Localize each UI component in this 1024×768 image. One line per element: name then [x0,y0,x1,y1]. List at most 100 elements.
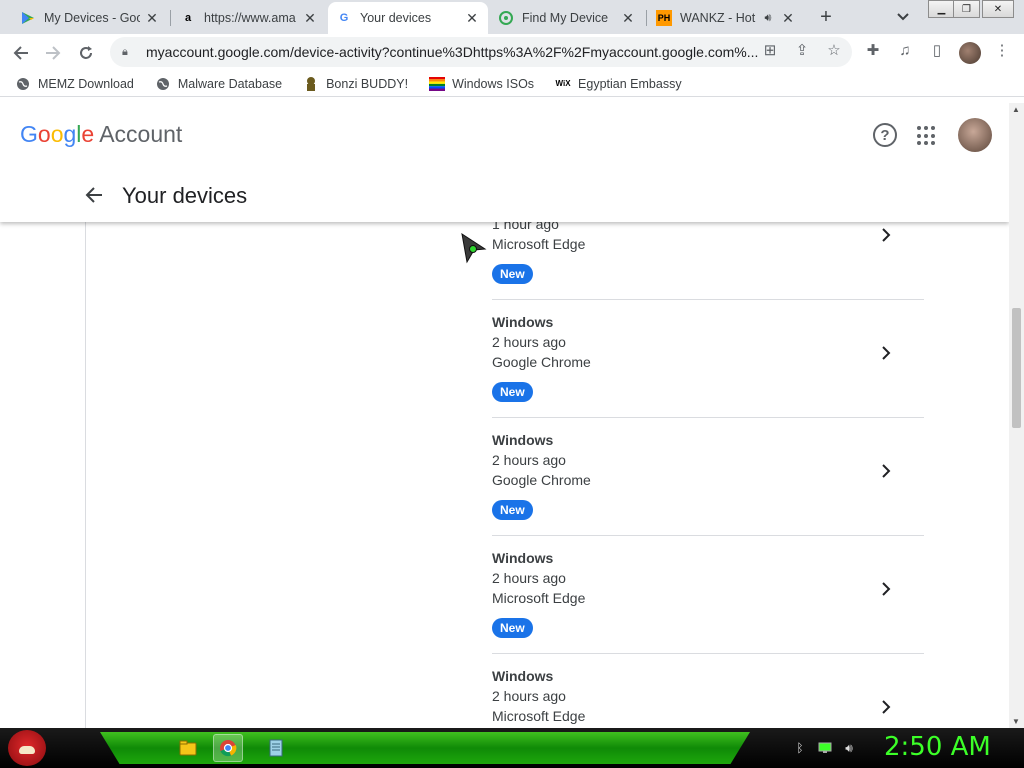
device-browser: Google Chrome [492,354,591,370]
chevron-right-icon [880,226,892,249]
device-last-active: 2 hours ago [492,570,566,586]
globe-icon [155,76,171,92]
new-badge: New [492,500,533,520]
google-account-header: Google Account ? Your devices [0,103,1009,222]
device-row[interactable]: Windows 2 hours ago Microsoft Edge New [492,536,924,654]
close-window-button[interactable]: ✕ [982,0,1014,18]
tab-strip: My Devices - Goo ✕ a https://www.ama ✕ G… [0,0,1024,34]
bookmark-label: Bonzi BUDDY! [326,76,409,91]
chevron-right-icon [880,580,892,603]
chrome-taskbar-icon[interactable] [213,734,243,762]
forward-button[interactable] [40,40,66,66]
tray-volume-icon[interactable]: 🔊︎ [841,740,857,756]
device-name: Windows [492,432,554,448]
address-bar[interactable]: 🔒︎ myaccount.google.com/device-activity?… [110,37,852,67]
device-row[interactable]: Windows 2 hours ago Microsoft Edge [492,654,924,728]
device-last-active: 2 hours ago [492,334,566,350]
tab-ph[interactable]: PH WANKZ - Hot 🔊︎ ✕ [648,2,804,34]
rainbow-flag-icon [429,76,446,92]
speaker-icon[interactable]: 🔊︎ [760,10,776,26]
tab-my-devices[interactable]: My Devices - Goo ✕ [12,2,168,34]
ph-icon: PH [656,10,672,26]
back-button[interactable] [8,40,34,66]
tab-find-my-device[interactable]: Find My Device ✕ [490,2,644,34]
bookmark-malware-database[interactable]: Malware Database [155,76,282,92]
back-arrow-icon[interactable] [84,185,104,211]
start-button[interactable] [8,730,46,766]
scroll-down-icon[interactable]: ▼ [1012,717,1020,726]
restore-button[interactable]: ❐ [953,0,980,18]
bookmark-label: Egyptian Embassy [578,76,682,91]
amazon-icon: a [184,12,192,24]
tab-separator [646,10,647,26]
device-browser: Google Chrome [492,472,591,488]
account-avatar[interactable] [958,118,992,152]
close-icon[interactable]: ✕ [780,10,796,26]
close-icon[interactable]: ✕ [144,10,160,26]
find-my-device-icon [498,10,514,26]
scroll-up-icon[interactable]: ▲ [1012,105,1020,114]
close-icon[interactable]: ✕ [302,10,318,26]
kebab-menu-icon[interactable]: ⋮ [993,41,1011,59]
content-border [85,222,86,728]
chevron-down-icon[interactable] [895,8,915,26]
device-name: Windows [492,550,554,566]
device-browser: Microsoft Edge [492,236,586,252]
device-browser: Microsoft Edge [492,708,586,724]
scrollbar-thumb[interactable] [1012,308,1021,428]
bookmark-bonzi-buddy[interactable]: Bonzi BUDDY! [303,76,408,92]
help-icon[interactable]: ? [873,123,897,147]
tab-title: Find My Device [522,11,609,25]
bonzi-icon [303,76,319,92]
bookmark-star-icon[interactable]: ☆ [825,41,843,59]
device-name: Windows [492,668,554,684]
side-panel-icon[interactable]: ▯ [928,41,946,59]
mouse-cursor-icon [461,233,487,264]
taskbar-clock[interactable]: 2:50 AM [884,732,991,762]
device-name: Windows [492,314,554,330]
extensions-icon[interactable]: ✚ [864,41,882,59]
share-icon[interactable]: ⇪ [793,41,811,59]
account-label: Account [99,121,183,147]
device-browser: Microsoft Edge [492,590,586,606]
bookmark-memz[interactable]: MEMZ Download [15,76,134,92]
url-text: myaccount.google.com/device-activity?con… [146,44,758,60]
bookmarks-bar: MEMZ Download Malware Database Bonzi BUD… [0,71,1024,97]
notepad-taskbar-icon[interactable] [261,734,291,762]
new-badge: New [492,382,533,402]
play-store-icon [20,10,36,26]
bookmark-label: Windows ISOs [452,76,535,91]
close-icon[interactable]: ✕ [620,10,636,26]
translate-icon[interactable]: ⊞ [761,41,779,59]
close-icon[interactable]: ✕ [464,10,480,26]
minimize-button[interactable]: ▁ [928,0,955,18]
tab-title: Your devices [360,11,432,25]
reload-button[interactable] [73,40,99,66]
media-control-icon[interactable]: ♫ [896,41,914,59]
tab-separator [170,10,171,26]
tab-your-devices[interactable]: G Your devices ✕ [328,2,488,34]
tab-amazon[interactable]: a https://www.ama ✕ [172,2,326,34]
chevron-right-icon [880,344,892,367]
browser-profile-avatar[interactable] [959,42,981,64]
apps-grid-icon[interactable] [917,126,937,146]
page-scrollbar[interactable]: ▲ ▼ [1009,103,1024,728]
google-icon: G [339,12,349,24]
tray-network-icon[interactable] [817,740,833,756]
file-explorer-icon[interactable] [173,734,203,762]
page-viewport: Google Account ? Your devices 1 hour ago … [0,103,1009,728]
lock-icon: 🔒︎ [122,45,128,58]
google-account-logo[interactable]: Google Account [20,121,182,148]
device-last-active: 2 hours ago [492,688,566,704]
device-row[interactable]: Windows 2 hours ago Google Chrome New [492,418,924,536]
google-wordmark: Google [20,121,95,147]
page-title: Your devices [122,183,248,208]
chevron-right-icon [880,698,892,721]
globe-icon [15,76,31,92]
new-tab-button[interactable]: + [814,6,838,28]
bookmark-egyptian-embassy[interactable]: WiX Egyptian Embassy [555,76,682,92]
device-row[interactable]: Windows 2 hours ago Google Chrome New [492,300,924,418]
tray-bluetooth-icon[interactable]: ᛒ [792,740,808,756]
wix-icon: WiX [555,79,571,88]
bookmark-windows-isos[interactable]: Windows ISOs [429,76,534,92]
